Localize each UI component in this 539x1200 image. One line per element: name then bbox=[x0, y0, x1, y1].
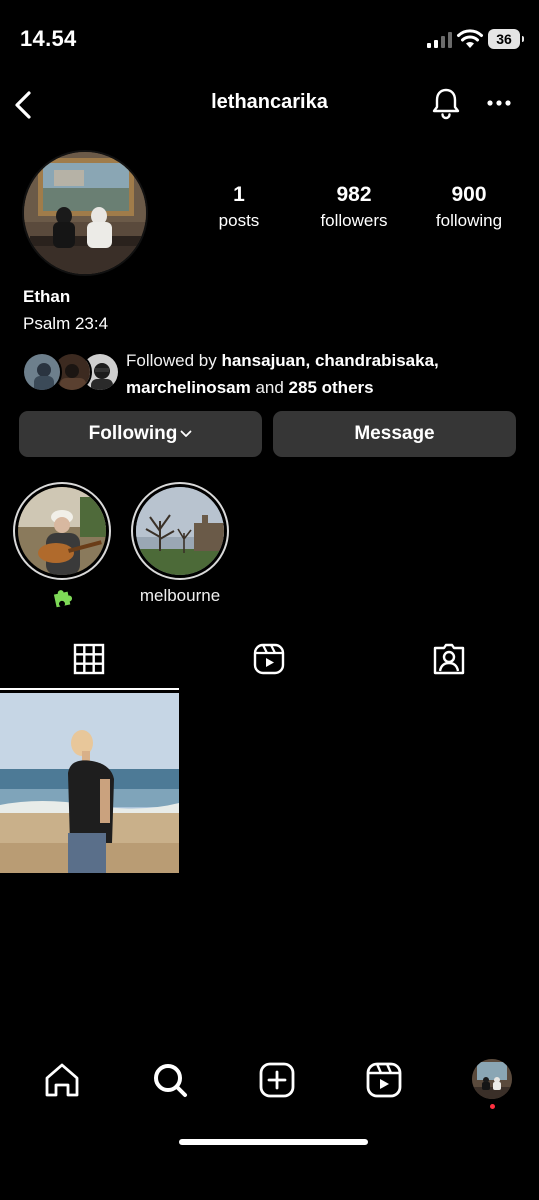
tagged-icon bbox=[433, 643, 465, 675]
status-bar: 14.54 36 bbox=[0, 0, 539, 80]
post-thumbnail[interactable] bbox=[0, 693, 179, 873]
tab-reels[interactable] bbox=[180, 632, 359, 692]
message-button[interactable]: Message bbox=[273, 411, 516, 457]
mutual-avatar bbox=[22, 352, 62, 392]
profile-bio: Psalm 23:4 bbox=[23, 314, 109, 333]
posts-count[interactable]: 1 posts bbox=[184, 183, 294, 231]
profile-header: lethancarika bbox=[0, 80, 539, 130]
home-indicator[interactable] bbox=[179, 1139, 368, 1145]
notification-dot bbox=[490, 1104, 495, 1109]
home-icon[interactable] bbox=[42, 1060, 82, 1100]
grid-icon bbox=[73, 643, 105, 675]
cellular-signal-icon bbox=[427, 32, 453, 48]
bottom-navigation bbox=[0, 1050, 539, 1120]
profile-tab-avatar[interactable] bbox=[472, 1059, 512, 1099]
create-post-icon[interactable] bbox=[257, 1060, 297, 1100]
followers-count-value: 982 bbox=[336, 183, 372, 206]
followed-by-prefix: Followed by bbox=[126, 351, 222, 370]
profile-content-tabs bbox=[0, 632, 539, 692]
posts-count-value: 1 bbox=[233, 183, 245, 206]
followed-by-others: 285 others bbox=[288, 378, 374, 397]
following-count[interactable]: 900 following bbox=[414, 183, 524, 231]
highlight-cover bbox=[136, 487, 224, 575]
message-button-label: Message bbox=[354, 423, 435, 444]
story-highlight[interactable] bbox=[13, 482, 111, 608]
story-highlight-melbourne[interactable]: melbourne bbox=[131, 482, 229, 606]
active-tab-indicator bbox=[0, 688, 179, 690]
reels-icon[interactable] bbox=[364, 1060, 404, 1100]
profile-display-name: Ethan bbox=[23, 287, 71, 306]
post-image bbox=[0, 693, 179, 873]
following-button[interactable]: Following bbox=[19, 411, 262, 457]
following-button-label: Following bbox=[88, 423, 178, 444]
chevron-down-icon bbox=[180, 430, 192, 437]
battery-icon: 36 bbox=[488, 29, 524, 49]
status-time: 14.54 bbox=[20, 26, 77, 51]
highlight-label: melbourne bbox=[139, 586, 221, 605]
tab-tagged[interactable] bbox=[360, 632, 539, 692]
following-count-label: following bbox=[435, 211, 503, 230]
highlight-ring bbox=[13, 482, 111, 580]
posts-count-label: posts bbox=[218, 211, 260, 230]
followed-by-joiner: and bbox=[250, 378, 289, 397]
highlight-cover bbox=[18, 487, 106, 575]
mutual-followers-text[interactable]: Followed by hansajuan, chandrabisaka, ma… bbox=[126, 347, 531, 401]
profile-stats: 1 posts 982 followers 900 following bbox=[195, 183, 525, 243]
followers-count[interactable]: 982 followers bbox=[299, 183, 409, 231]
wifi-icon bbox=[457, 29, 483, 48]
following-count-value: 900 bbox=[451, 183, 487, 206]
highlight-ring bbox=[131, 482, 229, 580]
avatar-photo bbox=[24, 152, 146, 274]
bell-icon[interactable] bbox=[430, 86, 462, 120]
tab-posts-grid[interactable] bbox=[0, 632, 179, 692]
mutual-followers-avatars[interactable] bbox=[22, 352, 122, 392]
puzzle-piece-icon bbox=[53, 590, 73, 608]
reels-icon bbox=[253, 643, 285, 675]
search-icon[interactable] bbox=[150, 1060, 190, 1100]
followers-count-label: followers bbox=[320, 211, 388, 230]
profile-avatar[interactable] bbox=[22, 150, 148, 276]
more-options-icon[interactable] bbox=[486, 93, 512, 113]
